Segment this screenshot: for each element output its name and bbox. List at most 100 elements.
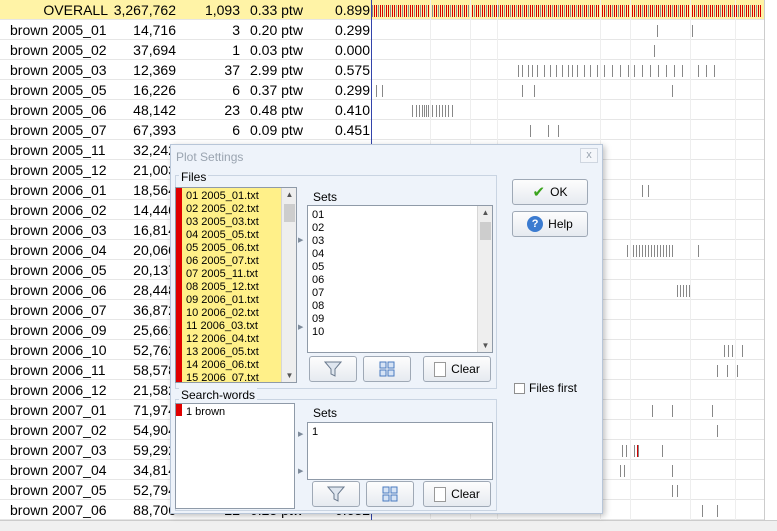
hit-tick (645, 245, 646, 257)
tokens-cell: 28,448 (133, 282, 176, 298)
scroll-up-icon[interactable]: ▲ (478, 206, 492, 219)
list-item[interactable]: 09 2006_01.txt (182, 294, 281, 307)
hit-tick (432, 5, 433, 17)
tokens-cell: 14,440 (133, 202, 176, 218)
hit-tick (730, 5, 731, 17)
grid-button[interactable] (363, 356, 411, 382)
hit-tick (728, 5, 729, 17)
list-item[interactable]: 06 (308, 274, 477, 287)
clear-sets-button[interactable]: Clear (423, 356, 491, 382)
table-row[interactable]: brown 2005_03 12,369 37 2.99 ptw 0.575 (0, 60, 764, 80)
list-item[interactable]: 11 2006_03.txt (182, 320, 281, 333)
table-row[interactable]: brown 2005_01 14,716 3 0.20 ptw 0.299 (0, 20, 764, 40)
scroll-down-icon[interactable]: ▼ (478, 339, 492, 352)
rate-cell: 0.48 ptw (250, 102, 303, 118)
hit-tick (678, 5, 679, 17)
clear-search-sets-button[interactable]: Clear (423, 481, 491, 507)
list-item[interactable]: 1 brown (182, 406, 292, 419)
hit-tick (556, 5, 557, 17)
hit-tick (738, 5, 739, 17)
hit-tick (502, 5, 503, 17)
hit-tick (498, 5, 499, 17)
hit-tick (648, 185, 649, 197)
hit-tick (698, 5, 699, 17)
scroll-up-icon[interactable]: ▲ (282, 188, 296, 201)
search-sets-list[interactable]: 1 (307, 422, 493, 480)
scroll-thumb[interactable] (284, 204, 295, 222)
hit-tick (560, 5, 561, 17)
table-row[interactable]: brown 2005_07 67,393 6 0.09 ptw 0.451 (0, 120, 764, 140)
tokens-cell: 52,762 (133, 342, 176, 358)
ok-button[interactable]: ✔ OK (512, 179, 588, 205)
list-item[interactable]: 01 2005_01.txt (182, 190, 281, 203)
list-item[interactable]: 08 2005_12.txt (182, 281, 281, 294)
list-item[interactable]: 01 (308, 209, 477, 222)
files-list[interactable]: 01 2005_01.txt 02 2005_02.txt 03 2005_03.t… (175, 187, 297, 383)
list-item[interactable]: 02 2005_02.txt (182, 203, 281, 216)
grid-button[interactable] (366, 481, 414, 507)
hit-tick (672, 245, 673, 257)
file-sets-scrollbar[interactable]: ▲ ▼ (477, 206, 492, 352)
searchwords-list[interactable]: 1 brown (175, 403, 295, 509)
hit-tick (372, 5, 373, 17)
list-item[interactable]: 02 (308, 222, 477, 235)
list-item[interactable]: 04 2005_05.txt (182, 229, 281, 242)
scroll-thumb[interactable] (480, 222, 491, 240)
hit-tick (522, 65, 523, 77)
close-button[interactable]: x (580, 148, 598, 163)
search-sets-items: 1 (308, 426, 490, 439)
files-items: 01 2005_01.txt 02 2005_02.txt 03 2005_03.t… (182, 190, 281, 382)
filter-button[interactable] (309, 356, 357, 382)
table-row[interactable]: brown 2005_05 16,226 6 0.37 ptw 0.299 (0, 80, 764, 100)
files-first-checkbox[interactable] (514, 383, 525, 394)
filter-button[interactable] (312, 481, 360, 507)
hit-tick (688, 5, 689, 17)
list-item[interactable]: 10 (308, 326, 477, 339)
list-item[interactable]: 07 (308, 287, 477, 300)
list-item[interactable]: 07 2005_11.txt (182, 268, 281, 281)
list-item[interactable]: 05 (308, 261, 477, 274)
hit-tick (683, 285, 684, 297)
list-item[interactable]: 08 (308, 300, 477, 313)
hit-tick (452, 5, 453, 17)
hit-tick (416, 5, 417, 17)
tokens-cell: 59,292 (133, 442, 176, 458)
files-scrollbar[interactable]: ▲ ▼ (281, 188, 296, 382)
list-item[interactable]: 15 2006_07.txt (182, 372, 281, 382)
splitter-handle-icon[interactable]: ▶ (298, 467, 304, 475)
list-item[interactable]: 03 2005_03.txt (182, 216, 281, 229)
help-button[interactable]: ? Help (512, 211, 588, 237)
hit-tick (518, 5, 519, 17)
list-item[interactable]: 03 (308, 235, 477, 248)
hit-tick (388, 5, 389, 17)
splitter-handle-icon[interactable]: ▶ (298, 323, 304, 331)
file-name-cell: brown 2006_04 (10, 242, 107, 258)
table-row[interactable]: brown 2005_02 37,694 1 0.03 ptw 0.000 (0, 40, 764, 60)
table-row[interactable]: brown 2005_06 48,142 23 0.48 ptw 0.410 (0, 100, 764, 120)
list-item[interactable]: 14 2006_06.txt (182, 359, 281, 372)
splitter-handle-icon[interactable]: ▶ (298, 430, 304, 438)
list-item[interactable]: 04 (308, 248, 477, 261)
list-item[interactable]: 12 2006_04.txt (182, 333, 281, 346)
list-item[interactable]: 10 2006_02.txt (182, 307, 281, 320)
filter-icon (324, 361, 342, 377)
file-name-cell: brown 2006_10 (10, 342, 107, 358)
file-sets-list[interactable]: 01 02 03 04 05 06 07 08 09 10 ▲ ▼ (307, 205, 493, 353)
list-item[interactable]: 1 (308, 426, 490, 439)
hit-tick (422, 5, 423, 17)
hit-tick (672, 485, 673, 497)
list-item[interactable]: 09 (308, 313, 477, 326)
list-item[interactable]: 05 2005_06.txt (182, 242, 281, 255)
rate-cell: 0.09 ptw (250, 122, 303, 138)
hit-tick (666, 5, 667, 17)
list-item[interactable]: 13 2006_05.txt (182, 346, 281, 359)
hit-tick (550, 5, 551, 17)
table-row[interactable]: OVERALL 3,267,762 1,093 0.33 ptw 0.899 (0, 0, 764, 20)
hit-tick (692, 25, 693, 37)
splitter-handle-icon[interactable]: ▶ (298, 236, 304, 244)
hit-tick (669, 245, 670, 257)
hit-tick (392, 5, 393, 17)
list-item[interactable]: 06 2005_07.txt (182, 255, 281, 268)
tokens-cell: 21,582 (133, 382, 176, 398)
scroll-down-icon[interactable]: ▼ (282, 369, 296, 382)
